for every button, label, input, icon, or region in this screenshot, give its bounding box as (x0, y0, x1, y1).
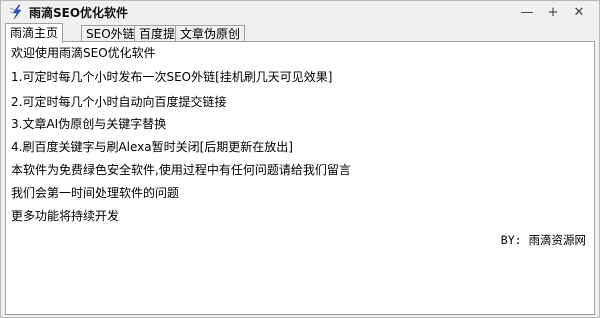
feature-line-2: 2.可定时每几个小时自动向百度提交链接 (11, 95, 227, 109)
tab-home[interactable]: 雨滴主页 (5, 23, 64, 43)
info-line-more: 更多功能将持续开发 (11, 209, 120, 223)
feature-line-3: 3.文章AI伪原创与关键字替换 (11, 117, 167, 131)
lightning-bolt-icon (9, 4, 25, 20)
tab-strip: 雨滴主页 SEO外链 百度提交 文章伪原创 (5, 23, 595, 43)
home-panel: 欢迎使用雨滴SEO优化软件 1.可定时每几个小时发布一次SEO外链[挂机刷几天可… (5, 41, 595, 315)
maximize-button[interactable]: + (542, 3, 564, 21)
tab-article-rewrite[interactable]: 文章伪原创 (175, 25, 246, 42)
tab-seo-links[interactable]: SEO外链 (81, 25, 140, 42)
window-title: 雨滴SEO优化软件 (29, 6, 129, 20)
info-line-support: 我们会第一时间处理软件的问题 (11, 186, 180, 200)
welcome-text: 欢迎使用雨滴SEO优化软件 (11, 46, 156, 60)
feature-line-4: 4.刷百度关键字与刷Alexa暂时关闭[后期更新在放出] (11, 140, 293, 154)
minimize-button[interactable]: — (516, 3, 538, 21)
close-button[interactable]: ✕ (568, 3, 590, 21)
app-window: 雨滴SEO优化软件 — + ✕ 雨滴主页 SEO外链 百度提交 文章伪原创 欢迎… (0, 0, 600, 318)
feature-line-1: 1.可定时每几个小时发布一次SEO外链[挂机刷几天可见效果] (11, 70, 333, 84)
info-line-free: 本软件为免费绿色安全软件,使用过程中有任何问题请给我们留言 (11, 163, 351, 177)
title-bar[interactable]: 雨滴SEO优化软件 — + ✕ (1, 1, 599, 23)
byline-text: BY: 雨滴资源网 (500, 233, 586, 247)
